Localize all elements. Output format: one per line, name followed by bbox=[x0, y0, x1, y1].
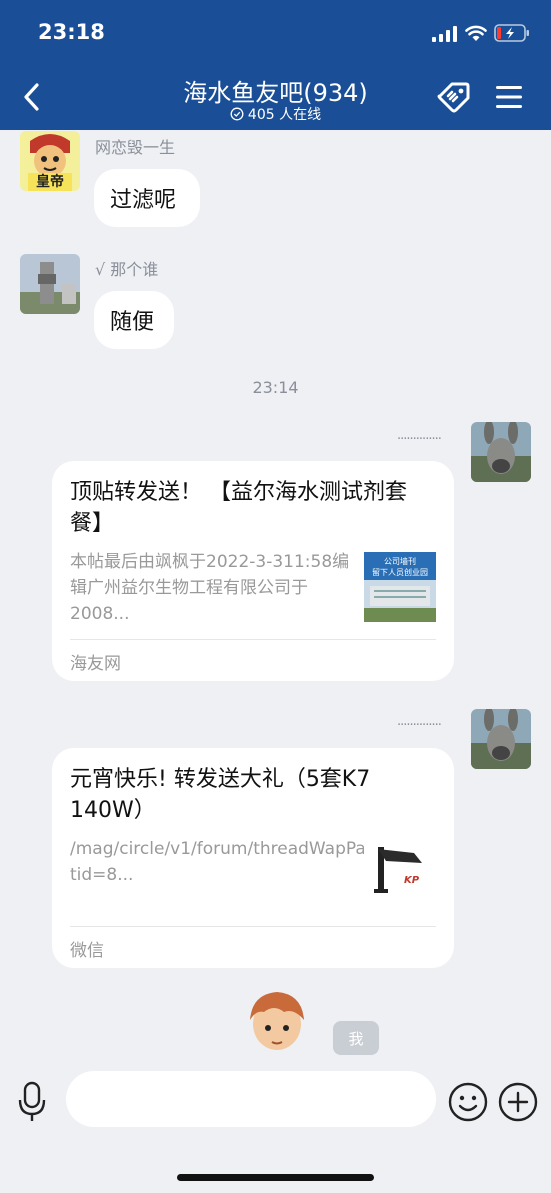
card-thumbnail: 公司墙刊 留下人员创业园 bbox=[364, 552, 436, 622]
sender-name: 网恋毁一生 bbox=[95, 138, 176, 157]
plus-icon[interactable] bbox=[498, 1082, 538, 1122]
sender-dots: .............. bbox=[397, 714, 442, 729]
sender-name: √ 那个谁 bbox=[95, 260, 159, 279]
photo-avatar-image bbox=[20, 254, 80, 314]
avatar[interactable]: 皇帝 bbox=[20, 131, 80, 191]
menu-icon[interactable] bbox=[494, 84, 524, 110]
wifi-icon bbox=[465, 25, 487, 41]
card-description: 本帖最后由飒枫于2022-3-311:58编辑广州益尔生物工程有限公司于2008… bbox=[70, 552, 350, 624]
avatar-caption: 皇帝 bbox=[36, 174, 64, 190]
message-input[interactable] bbox=[66, 1071, 436, 1127]
cellular-signal-icon bbox=[432, 26, 457, 42]
sender-dots: .............. bbox=[397, 428, 442, 443]
lamp-thumbnail-image bbox=[364, 839, 436, 909]
card-source: 海友网 bbox=[70, 654, 121, 674]
home-indicator[interactable] bbox=[177, 1174, 374, 1181]
card-description: /mag/circle/v1/forum/threadWapPage?tid=8… bbox=[70, 839, 397, 885]
emoji-icon[interactable] bbox=[448, 1082, 488, 1122]
shared-link-card[interactable]: 元宵快乐! 转发送大礼（5套K7 140W） /mag/circle/v1/fo… bbox=[52, 748, 454, 968]
microphone-icon[interactable] bbox=[16, 1080, 48, 1124]
divider bbox=[70, 926, 436, 927]
thumbnail-text: 留下人员创业园 bbox=[372, 568, 428, 577]
header: 23:18 海水鱼友吧(934) 405 人在线 bbox=[0, 0, 551, 130]
card-source: 微信 bbox=[70, 941, 104, 961]
card-thumbnail: KP bbox=[364, 839, 436, 909]
message-bubble[interactable]: 随便 bbox=[94, 291, 174, 349]
avatar[interactable] bbox=[20, 254, 80, 314]
message-timestamp: 23:14 bbox=[252, 378, 299, 397]
sticker-avatar[interactable] bbox=[244, 988, 310, 1056]
avatar[interactable] bbox=[471, 422, 531, 482]
online-count: 405 人在线 bbox=[247, 107, 322, 123]
avatar[interactable] bbox=[471, 709, 531, 769]
donkey-avatar-image bbox=[471, 709, 531, 769]
divider bbox=[70, 639, 436, 640]
battery-icon bbox=[494, 24, 529, 42]
thumbnail-text: KP bbox=[404, 875, 420, 886]
card-title: 顶贴转发送！ 【益尔海水测试剂套餐】 bbox=[70, 480, 407, 536]
message-bubble[interactable]: 过滤呢 bbox=[94, 169, 200, 227]
check-circle-icon bbox=[230, 107, 244, 121]
link-tag-icon[interactable] bbox=[436, 80, 472, 114]
shared-link-card[interactable]: 顶贴转发送！ 【益尔海水测试剂套餐】 本帖最后由飒枫于2022-3-311:58… bbox=[52, 461, 454, 681]
status-time: 23:18 bbox=[38, 20, 105, 44]
me-badge[interactable]: 我 bbox=[333, 1021, 379, 1055]
donkey-avatar-image bbox=[471, 422, 531, 482]
boy-sticker-image bbox=[250, 992, 304, 1050]
card-title: 元宵快乐! 转发送大礼（5套K7 140W） bbox=[70, 767, 371, 823]
thumbnail-text: 公司墙刊 bbox=[384, 557, 416, 566]
